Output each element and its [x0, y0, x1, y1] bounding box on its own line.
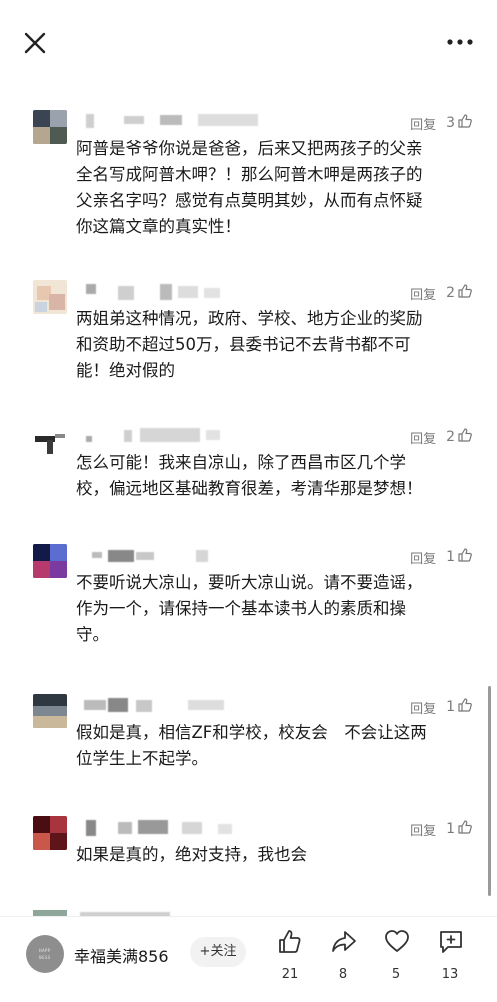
comment-line: 守。 — [76, 625, 109, 644]
avatar[interactable] — [33, 544, 67, 578]
comment-line: 假如是真，相信ZF和学校，校友会 不会让这两 — [76, 723, 427, 742]
comment-text: 如果是真的，绝对支持，我也会 — [76, 842, 476, 868]
reply-button[interactable]: 回复 — [410, 428, 436, 447]
comment-add-icon — [440, 931, 462, 953]
scrollbar[interactable] — [488, 686, 491, 896]
reply-button[interactable]: 回复 — [410, 548, 436, 567]
comment-text: 不要听说大凉山，要听大凉山说。请不要造谣， 作为一个，请保持一个基本读书人的素质… — [76, 570, 476, 648]
username-blurred[interactable] — [78, 696, 338, 722]
like-count: 2 — [446, 429, 455, 445]
reply-button[interactable]: 回复 — [410, 698, 436, 717]
comment-actions: 回复 1 — [410, 818, 473, 840]
like-count: 2 — [446, 285, 455, 301]
thumb-up-icon — [279, 930, 301, 953]
comment-line: 两姐弟这种情况，政府、学校、地方企业的奖励 — [76, 309, 423, 328]
comment-actions: 回复 1 — [410, 546, 473, 568]
comment-action[interactable]: 13 — [430, 929, 470, 991]
username-blurred[interactable] — [78, 426, 338, 452]
like-total: 21 — [281, 967, 299, 982]
comment-text: 阿普是爷爷你说是爸爸，后来又把两孩子的父亲 全名写成阿普木呷？！那么阿普木呷是两… — [76, 136, 476, 240]
like-count: 1 — [446, 821, 455, 837]
comment-line: 父亲名字吗？感觉有点莫明其妙，从而有点怀疑 — [76, 191, 423, 210]
close-icon[interactable] — [20, 28, 50, 58]
like-count: 1 — [446, 549, 455, 565]
more-options-icon[interactable] — [445, 30, 475, 54]
favorite-total: 5 — [391, 967, 401, 982]
top-bar — [0, 0, 497, 82]
comment-text: 假如是真，相信ZF和学校，校友会 不会让这两 位学生上不起学。 — [76, 720, 476, 772]
comment-line: 作为一个，请保持一个基本读书人的素质和操 — [76, 599, 406, 618]
avatar[interactable] — [33, 280, 67, 314]
like-count: 3 — [446, 115, 455, 131]
username-blurred[interactable] — [78, 546, 338, 572]
share-action[interactable]: 8 — [323, 929, 363, 991]
avatar[interactable] — [33, 110, 67, 144]
comment-actions: 回复 1 — [410, 696, 473, 718]
comment-line: 不要听说大凉山，要听大凉山说。请不要造谣， — [76, 573, 423, 592]
share-total: 8 — [338, 967, 348, 982]
bottom-bar: HAPP NESS 幸福美满856 +关注 21 8 5 13 — [0, 916, 497, 1002]
comment-line: 能！绝对假的 — [76, 361, 175, 380]
username-blurred[interactable] — [78, 112, 338, 138]
reply-button[interactable]: 回复 — [410, 114, 436, 133]
thumb-up-icon[interactable] — [457, 819, 473, 839]
comment-line: 怎么可能！我来自凉山，除了西昌市区几个学 — [76, 453, 406, 472]
avatar[interactable] — [33, 694, 67, 728]
comment-line: 阿普是爷爷你说是爸爸，后来又把两孩子的父亲 — [76, 139, 423, 158]
avatar[interactable] — [33, 816, 67, 850]
comment-line: 校，偏远地区基础教育很差，考清华那是梦想！ — [76, 479, 423, 498]
comment-line: 位学生上不起学。 — [76, 749, 208, 768]
comment-line: 全名写成阿普木呷？！那么阿普木呷是两孩子的 — [76, 165, 423, 184]
favorite-action[interactable]: 5 — [376, 929, 416, 991]
author-name[interactable]: 幸福美满856 — [74, 943, 169, 967]
author-avatar[interactable]: HAPP NESS — [26, 935, 64, 973]
comment-actions: 回复 2 — [410, 426, 473, 448]
like-count: 1 — [446, 699, 455, 715]
share-icon — [332, 931, 356, 952]
comment-text: 怎么可能！我来自凉山，除了西昌市区几个学 校，偏远地区基础教育很差，考清华那是梦… — [76, 450, 476, 502]
follow-button[interactable]: +关注 — [190, 937, 246, 967]
reply-button[interactable]: 回复 — [410, 284, 436, 303]
avatar-text: HAPP — [39, 948, 51, 953]
avatar-text: NESS — [39, 955, 51, 960]
thumb-up-icon[interactable] — [457, 283, 473, 303]
comment-text: 两姐弟这种情况，政府、学校、地方企业的奖励 和资助不超过50万，县委书记不去背书… — [76, 306, 476, 384]
comment-line: 如果是真的，绝对支持，我也会 — [76, 845, 307, 864]
comment-line: 你这篇文章的真实性！ — [76, 217, 241, 236]
avatar[interactable] — [33, 424, 67, 458]
comment-line: 和资助不超过50万，县委书记不去背书都不可 — [76, 335, 411, 354]
comment-total: 13 — [441, 967, 459, 982]
reply-button[interactable]: 回复 — [410, 820, 436, 839]
like-action[interactable]: 21 — [270, 929, 310, 991]
thumb-up-icon[interactable] — [457, 547, 473, 567]
comment-actions: 回复 3 — [410, 112, 473, 134]
thumb-up-icon[interactable] — [457, 697, 473, 717]
username-blurred[interactable] — [78, 282, 338, 308]
heart-icon — [385, 930, 409, 952]
thumb-up-icon[interactable] — [457, 427, 473, 447]
comment-actions: 回复 2 — [410, 282, 473, 304]
thumb-up-icon[interactable] — [457, 113, 473, 133]
username-blurred[interactable] — [78, 818, 338, 844]
